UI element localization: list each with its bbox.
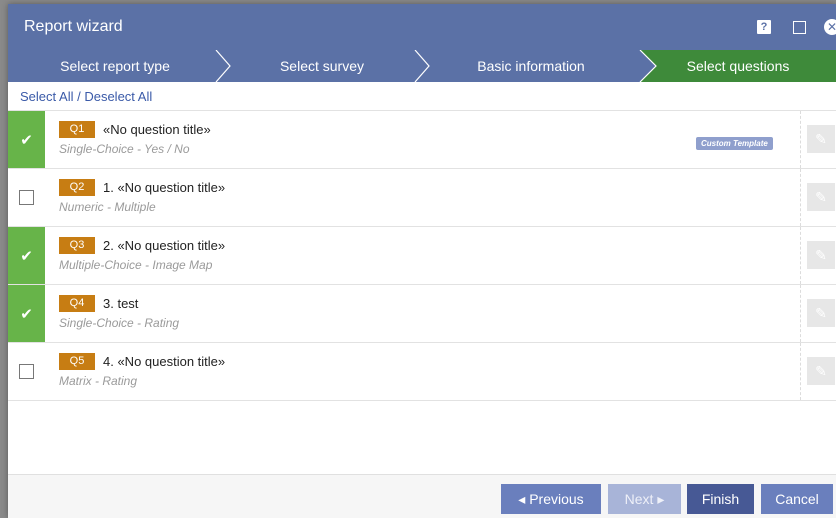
question-header: Q5 4. «No question title»	[59, 353, 225, 370]
close-icon[interactable]: ✕	[824, 19, 836, 35]
link-separator: /	[73, 89, 85, 104]
select-links: Select All / Deselect All	[8, 82, 836, 110]
dialog-title: Report wizard	[24, 18, 123, 35]
select-all-link[interactable]: Select All	[20, 89, 73, 104]
question-row[interactable]: ✔ Q3 2. «No question title» Multiple-Cho…	[8, 227, 836, 285]
question-number-badge: Q4	[59, 295, 95, 312]
question-title: «No question title»	[103, 122, 211, 137]
wizard-steps: Select report type Select survey Basic i…	[8, 50, 836, 82]
check-icon: ✔	[20, 247, 33, 265]
edit-column: ✎	[800, 285, 836, 342]
question-row[interactable]: ✔ Q1 «No question title» Single-Choice -…	[8, 111, 836, 169]
question-type: Single-Choice - Yes / No	[59, 142, 190, 156]
question-header: Q3 2. «No question title»	[59, 237, 225, 254]
step-select-survey[interactable]: Select survey	[222, 50, 422, 82]
question-title: 2. «No question title»	[103, 238, 226, 253]
report-wizard-dialog: Report wizard ? ✕ Select report type Sel…	[8, 4, 836, 518]
question-header: Q4 3. test	[59, 295, 138, 312]
edit-column: ✎	[800, 343, 836, 400]
edit-pencil-icon[interactable]: ✎	[807, 183, 835, 211]
question-list: ✔ Q1 «No question title» Single-Choice -…	[8, 110, 836, 401]
edit-column: ✎	[800, 111, 836, 168]
question-type: Single-Choice - Rating	[59, 316, 180, 330]
question-header: Q2 1. «No question title»	[59, 179, 225, 196]
question-number-badge: Q1	[59, 121, 95, 138]
question-checkbox[interactable]	[8, 343, 45, 400]
edit-pencil-icon[interactable]: ✎	[807, 125, 835, 153]
question-row[interactable]: Q2 1. «No question title» Numeric - Mult…	[8, 169, 836, 227]
maximize-icon[interactable]	[793, 20, 806, 34]
question-checkbox[interactable]	[8, 169, 45, 226]
check-icon: ✔	[20, 305, 33, 323]
question-header: Q1 «No question title»	[59, 121, 211, 138]
question-type: Matrix - Rating	[59, 374, 138, 388]
cancel-button[interactable]: Cancel	[761, 484, 833, 514]
previous-button[interactable]: ◂ Previous	[501, 484, 601, 514]
deselect-all-link[interactable]: Deselect All	[84, 89, 152, 104]
question-number-badge: Q2	[59, 179, 95, 196]
checkbox-empty-icon	[19, 364, 34, 379]
edit-pencil-icon[interactable]: ✎	[807, 299, 835, 327]
question-checkbox[interactable]: ✔	[8, 111, 45, 168]
question-title: 4. «No question title»	[103, 354, 226, 369]
question-row[interactable]: Q5 4. «No question title» Matrix - Ratin…	[8, 343, 836, 401]
step-select-questions[interactable]: Select questions	[640, 50, 836, 82]
help-icon[interactable]: ?	[757, 20, 771, 34]
question-number-badge: Q3	[59, 237, 95, 254]
edit-column: ✎	[800, 227, 836, 284]
dialog-footer: ◂ Previous Next ▸ Finish Cancel	[8, 474, 836, 518]
step-arrow-icon	[636, 50, 657, 82]
window-controls: ? ✕	[757, 4, 836, 50]
finish-button[interactable]: Finish	[687, 484, 754, 514]
question-number-badge: Q5	[59, 353, 95, 370]
title-bar: Report wizard ? ✕	[8, 4, 836, 50]
checkbox-empty-icon	[19, 190, 34, 205]
edit-pencil-icon[interactable]: ✎	[807, 357, 835, 385]
check-icon: ✔	[20, 131, 33, 149]
step-basic-information[interactable]: Basic information	[422, 50, 640, 82]
edit-pencil-icon[interactable]: ✎	[807, 241, 835, 269]
question-checkbox[interactable]: ✔	[8, 285, 45, 342]
custom-template-badge: Custom Template	[696, 137, 773, 150]
question-title: 3. test	[103, 296, 139, 311]
step-select-report-type[interactable]: Select report type	[8, 50, 222, 82]
question-checkbox[interactable]: ✔	[8, 227, 45, 284]
edit-column: ✎	[800, 169, 836, 226]
question-type: Multiple-Choice - Image Map	[59, 258, 213, 272]
question-title: 1. «No question title»	[103, 180, 226, 195]
question-type: Numeric - Multiple	[59, 200, 156, 214]
question-row[interactable]: ✔ Q4 3. test Single-Choice - Rating ✎	[8, 285, 836, 343]
next-button[interactable]: Next ▸	[608, 484, 681, 514]
